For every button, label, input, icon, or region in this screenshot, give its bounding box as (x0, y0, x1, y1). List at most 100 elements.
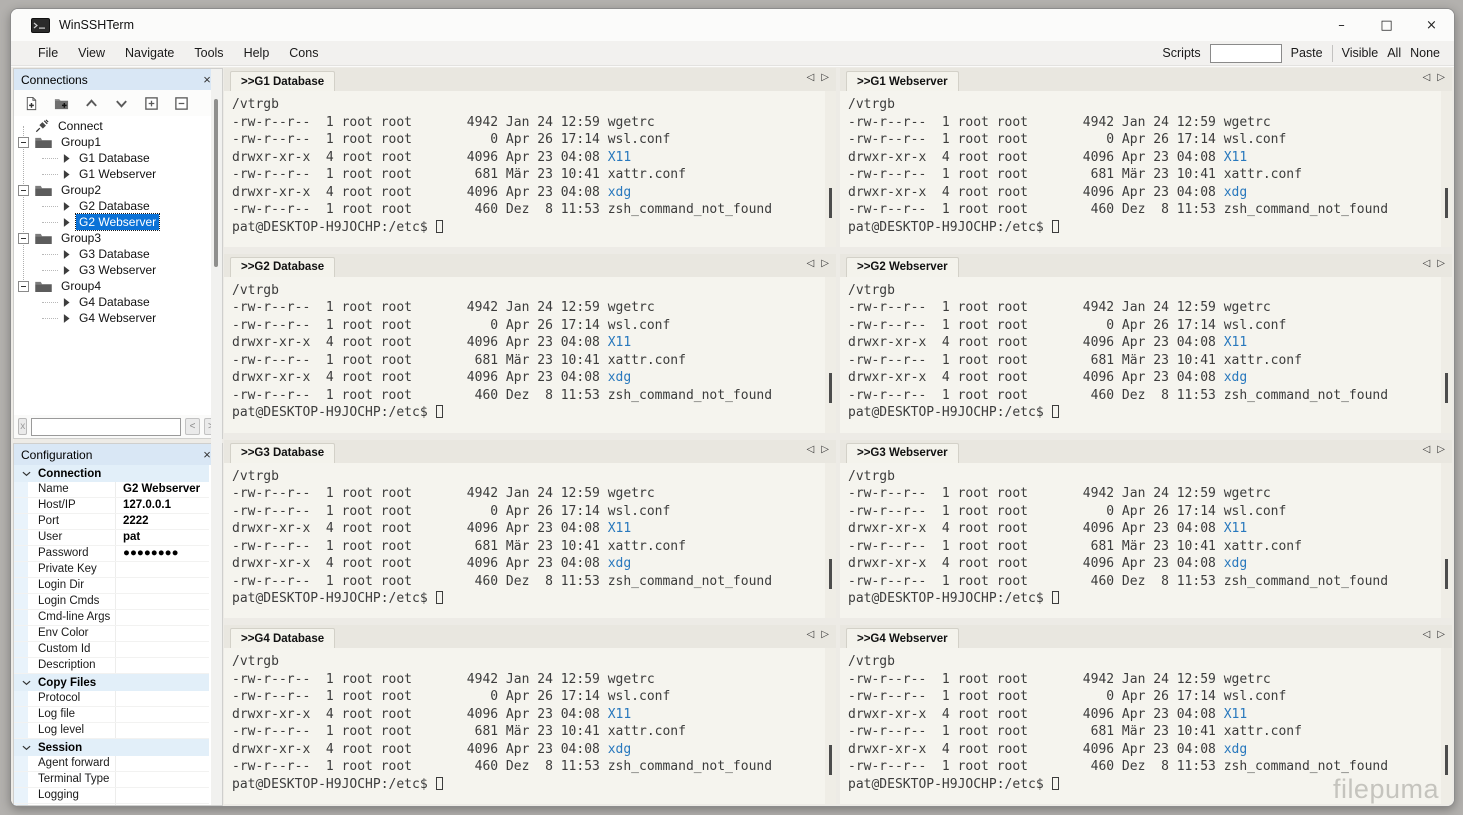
terminal-output-g2-database[interactable]: /vtrgb-rw-r--r-- 1 root root 4942 Jan 24… (224, 277, 836, 433)
config-row-value[interactable] (116, 562, 209, 577)
terminal-output-g2-webserver[interactable]: /vtrgb-rw-r--r-- 1 root root 4942 Jan 24… (840, 277, 1452, 433)
config-row-value[interactable] (116, 594, 209, 609)
menu-help[interactable]: Help (234, 46, 280, 60)
config-category-connection[interactable]: Connection (14, 465, 209, 482)
config-row-value[interactable] (116, 804, 209, 805)
terminal-output-g3-webserver[interactable]: /vtrgb-rw-r--r-- 1 root root 4942 Jan 24… (840, 463, 1452, 619)
search-clear-button[interactable]: x (18, 418, 27, 435)
tree-search-input[interactable] (31, 418, 181, 436)
config-row-value[interactable] (116, 642, 209, 657)
menu-view[interactable]: View (68, 46, 115, 60)
tab-g2-webserver[interactable]: >>G2 Webserver (846, 257, 959, 277)
config-row-password[interactable]: Password●●●●●●●● (14, 546, 209, 562)
tab-scroll-left-icon[interactable]: ◁ (1423, 72, 1431, 83)
tree-item-g2-database[interactable]: G2 Database (14, 198, 222, 214)
config-row-login-cmds[interactable]: Login Cmds (14, 594, 209, 610)
config-row-terminal-type[interactable]: Terminal Type (14, 772, 209, 788)
config-row-cmd-line-args[interactable]: Cmd-line Args (14, 610, 209, 626)
tree-item-g4-webserver[interactable]: G4 Webserver (14, 310, 222, 326)
terminal-scrollbar[interactable] (1441, 463, 1452, 619)
tab-scroll-right-icon[interactable]: ▷ (1437, 444, 1445, 455)
collapse-toggle-icon[interactable] (18, 185, 29, 196)
tree-item-group3[interactable]: Group3 (14, 230, 222, 246)
search-prev-button[interactable]: < (185, 418, 199, 435)
terminal-scrollbar-thumb[interactable] (1445, 188, 1448, 218)
tree-item-g4-database[interactable]: G4 Database (14, 294, 222, 310)
close-button[interactable]: × (1409, 9, 1454, 41)
menu-navigate[interactable]: Navigate (115, 46, 184, 60)
move-down-icon[interactable] (108, 93, 134, 114)
tab-scroll-right-icon[interactable]: ▷ (821, 258, 829, 269)
tree-item-group1[interactable]: Group1 (14, 134, 222, 150)
config-row-value[interactable] (116, 691, 209, 706)
config-scrollbar[interactable] (211, 443, 222, 805)
config-row-private-key[interactable]: Private Key (14, 562, 209, 578)
tab-g3-database[interactable]: >>G3 Database (230, 443, 335, 463)
scripts-input[interactable] (1210, 44, 1282, 63)
tree-item-g3-database[interactable]: G3 Database (14, 246, 222, 262)
config-row-log-file[interactable]: Log file (14, 707, 209, 723)
collapse-toggle-icon[interactable] (18, 281, 29, 292)
tab-scroll-left-icon[interactable]: ◁ (807, 72, 815, 83)
menu-file[interactable]: File (28, 46, 68, 60)
tree-item-connect[interactable]: Connect (14, 118, 222, 134)
menu-cons[interactable]: Cons (279, 46, 328, 60)
tab-g4-webserver[interactable]: >>G4 Webserver (846, 628, 959, 648)
tab-scroll-left-icon[interactable]: ◁ (807, 258, 815, 269)
config-row-log-file-name[interactable]: Log file name (14, 804, 209, 805)
new-connection-icon[interactable] (18, 93, 44, 114)
new-group-icon[interactable] (48, 93, 74, 114)
terminal-output-g1-database[interactable]: /vtrgb-rw-r--r-- 1 root root 4942 Jan 24… (224, 91, 836, 247)
terminal-scrollbar[interactable] (825, 91, 836, 247)
menu-tools[interactable]: Tools (184, 46, 233, 60)
terminal-scrollbar[interactable] (1441, 648, 1452, 804)
tab-scroll-right-icon[interactable]: ▷ (1437, 629, 1445, 640)
tab-g4-database[interactable]: >>G4 Database (230, 628, 335, 648)
tab-g2-database[interactable]: >>G2 Database (230, 257, 335, 277)
minimize-button[interactable]: – (1319, 9, 1364, 41)
config-row-value[interactable]: ●●●●●●●● (116, 546, 209, 561)
terminal-scrollbar-thumb[interactable] (1445, 373, 1448, 403)
tree-item-group4[interactable]: Group4 (14, 278, 222, 294)
tab-scroll-left-icon[interactable]: ◁ (1423, 258, 1431, 269)
tab-scroll-left-icon[interactable]: ◁ (807, 629, 815, 640)
tab-scroll-right-icon[interactable]: ▷ (821, 629, 829, 640)
config-row-login-dir[interactable]: Login Dir (14, 578, 209, 594)
tab-scroll-left-icon[interactable]: ◁ (1423, 444, 1431, 455)
config-row-value[interactable] (116, 707, 209, 722)
terminal-scrollbar[interactable] (1441, 91, 1452, 247)
config-row-value[interactable] (116, 756, 209, 771)
tab-scroll-right-icon[interactable]: ▷ (1437, 72, 1445, 83)
config-category-session[interactable]: Session (14, 739, 209, 756)
config-row-value[interactable] (116, 658, 209, 673)
config-category-copy-files[interactable]: Copy Files (14, 674, 209, 691)
expand-all-icon[interactable] (138, 93, 164, 114)
tab-g1-webserver[interactable]: >>G1 Webserver (846, 71, 959, 91)
tree-item-group2[interactable]: Group2 (14, 182, 222, 198)
config-row-value[interactable] (116, 610, 209, 625)
config-row-value[interactable] (116, 772, 209, 787)
tab-scroll-right-icon[interactable]: ▷ (1437, 258, 1445, 269)
tab-scroll-right-icon[interactable]: ▷ (821, 72, 829, 83)
terminal-output-g1-webserver[interactable]: /vtrgb-rw-r--r-- 1 root root 4942 Jan 24… (840, 91, 1452, 247)
terminal-scrollbar-thumb[interactable] (829, 188, 832, 218)
terminal-scrollbar-thumb[interactable] (829, 745, 832, 775)
config-row-value[interactable] (116, 723, 209, 738)
paste-button[interactable]: Paste (1291, 46, 1323, 60)
terminal-scrollbar-thumb[interactable] (1445, 559, 1448, 589)
terminal-scrollbar[interactable] (825, 277, 836, 433)
config-row-logging[interactable]: Logging (14, 788, 209, 804)
config-row-value[interactable]: 127.0.0.1 (116, 498, 209, 513)
tree-item-g3-webserver[interactable]: G3 Webserver (14, 262, 222, 278)
tree-item-g1-webserver[interactable]: G1 Webserver (14, 166, 222, 182)
config-row-user[interactable]: Userpat (14, 530, 209, 546)
terminal-output-g3-database[interactable]: /vtrgb-rw-r--r-- 1 root root 4942 Jan 24… (224, 463, 836, 619)
config-row-description[interactable]: Description (14, 658, 209, 674)
tab-scroll-left-icon[interactable]: ◁ (807, 444, 815, 455)
config-row-log-level[interactable]: Log level (14, 723, 209, 739)
config-row-name[interactable]: NameG2 Webserver (14, 482, 209, 498)
terminal-scrollbar-thumb[interactable] (829, 373, 832, 403)
visible-button[interactable]: Visible (1342, 46, 1379, 60)
config-row-value[interactable] (116, 578, 209, 593)
tree-item-g2-webserver[interactable]: G2 Webserver (14, 214, 222, 230)
